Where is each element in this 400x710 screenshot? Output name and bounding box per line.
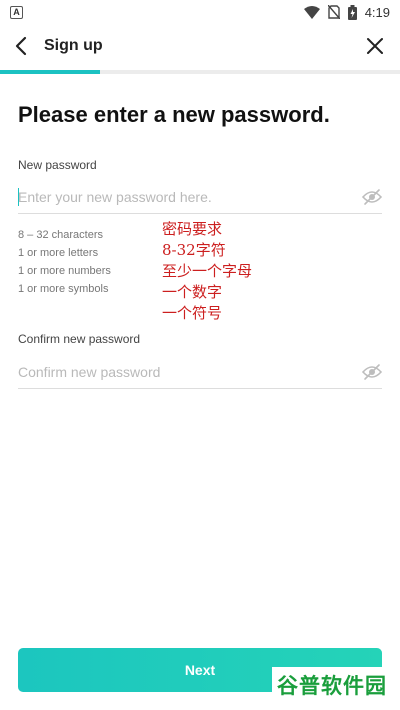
annotation-line: 8-32字符: [162, 241, 226, 259]
rule-item: 8 – 32 characters: [18, 229, 103, 241]
app-bar: Sign up: [0, 24, 400, 70]
eye-hidden-icon[interactable]: [362, 363, 382, 381]
rule-item: 1 or more numbers: [18, 265, 111, 277]
back-arrow-icon[interactable]: [10, 34, 34, 58]
battery-icon: [347, 4, 357, 20]
no-sim-icon: [327, 5, 340, 19]
page-title: Sign up: [44, 37, 103, 54]
confirm-password-label: Confirm new password: [18, 332, 141, 346]
new-password-label: New password: [18, 158, 97, 172]
annotation-line: 至少一个字母: [162, 262, 253, 280]
confirm-password-input[interactable]: [18, 359, 348, 385]
new-password-field: [18, 180, 382, 214]
signup-progress-bar: [0, 70, 400, 74]
new-password-input[interactable]: [18, 184, 348, 210]
signup-progress-fill: [0, 70, 100, 74]
rule-item: 1 or more letters: [18, 247, 99, 259]
password-requirements: 8 – 32 characters 1 or more letters 1 or…: [18, 226, 111, 298]
app-notification-icon: A: [10, 5, 23, 19]
annotation-line: 密码要求: [162, 220, 223, 238]
page-heading: Please enter a new password.: [18, 102, 330, 127]
annotation-line: 一个符号: [162, 304, 223, 322]
text-caret: [18, 188, 19, 206]
confirm-password-field: [18, 355, 382, 389]
annotation-line: 一个数字: [162, 283, 223, 301]
eye-hidden-icon[interactable]: [362, 188, 382, 206]
watermark-logo: 谷普软件园: [272, 667, 392, 703]
status-bar: A 4:19: [0, 0, 400, 24]
clock-text: 4:19: [364, 4, 390, 20]
wifi-icon: [303, 5, 320, 19]
close-icon[interactable]: [364, 35, 386, 57]
rule-item: 1 or more symbols: [18, 283, 109, 295]
requirements-annotation: 密码要求 8-32字符 至少一个字母 一个数字 一个符号: [162, 219, 252, 324]
